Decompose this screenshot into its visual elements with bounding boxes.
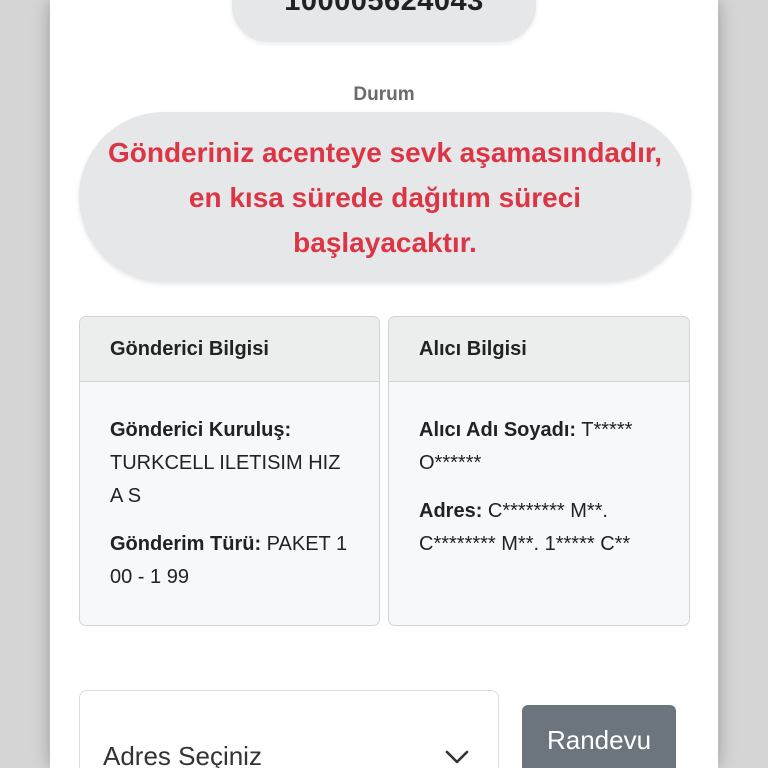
sender-institution-field: Gönderici Kuruluş: TURKCELL ILETISIM HIZ… — [110, 414, 349, 513]
sender-card-body: Gönderici Kuruluş: TURKCELL ILETISIM HIZ… — [80, 382, 379, 594]
sender-institution-label: Gönderici Kuruluş: — [110, 419, 292, 441]
appointment-button[interactable]: Randevu — [522, 705, 676, 768]
address-select-label: Adres Seçiniz — [103, 741, 262, 768]
status-box: Gönderiniz acenteye sevk aşamasındadır, … — [79, 112, 691, 282]
receiver-card-title: Alıcı Bilgisi — [389, 317, 689, 382]
tracking-number-pill: 100005624043 — [232, 0, 536, 42]
sender-institution-value: TURKCELL ILETISIM HIZ A S — [110, 452, 341, 507]
status-label: Durum — [353, 84, 415, 105]
receiver-name-label: Alıcı Adı Soyadı: — [419, 419, 577, 441]
app-shell: 100005624043 Durum Gönderiniz acenteye s… — [50, 0, 718, 768]
chevron-down-icon — [445, 750, 469, 764]
sender-card-title: Gönderici Bilgisi — [80, 317, 379, 382]
status-message: Gönderiniz acenteye sevk aşamasındadır, … — [107, 136, 663, 258]
tracking-number: 100005624043 — [284, 0, 484, 17]
shipment-type-label: Gönderim Türü: — [110, 533, 262, 555]
receiver-address-label: Adres: — [419, 500, 483, 522]
shipment-type-field: Gönderim Türü: PAKET 1 00 - 1 99 — [110, 528, 349, 594]
receiver-name-field: Alıcı Adı Soyadı: T***** O****** — [419, 414, 659, 480]
sender-info-card: Gönderici Bilgisi Gönderici Kuruluş: TUR… — [79, 316, 380, 626]
receiver-info-card: Alıcı Bilgisi Alıcı Adı Soyadı: T***** O… — [388, 316, 690, 626]
receiver-card-body: Alıcı Adı Soyadı: T***** O****** Adres: … — [389, 382, 689, 561]
receiver-address-field: Adres: C******** M**. C******** M**. 1**… — [419, 495, 659, 561]
address-select[interactable]: Adres Seçiniz — [79, 690, 499, 768]
